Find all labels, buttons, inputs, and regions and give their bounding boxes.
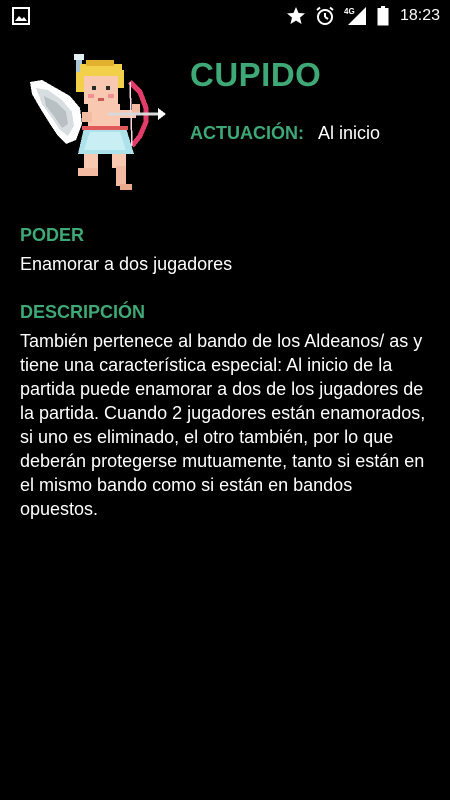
poder-text: Enamorar a dos jugadores [20, 254, 233, 274]
descripcion-text: También pertenece al bando de los Aldean… [20, 331, 426, 519]
star-icon [286, 7, 305, 24]
alarm-icon [316, 6, 334, 25]
network-type-label: 4G [344, 7, 355, 16]
status-time: 18:23 [399, 7, 440, 24]
descripcion-section: DESCRIPCIÓN También pertenece al bando d… [20, 302, 432, 521]
signal-icon: 4G [344, 7, 366, 25]
card-title: CUPIDO [190, 56, 322, 93]
cupid-sprite-icon [30, 54, 166, 190]
actuacion-label: ACTUACIÓN: [190, 123, 304, 143]
status-bar: 4G 18:23 [0, 0, 450, 32]
image-icon [12, 7, 30, 25]
actuacion-value: Al inicio [318, 123, 381, 143]
battery-icon [377, 6, 389, 26]
poder-section: PODER Enamorar a dos jugadores [20, 225, 432, 276]
actuacion-row: ACTUACIÓN: Al inicio [190, 123, 380, 144]
poder-label: PODER [20, 225, 85, 245]
descripcion-label: DESCRIPCIÓN [20, 302, 146, 322]
